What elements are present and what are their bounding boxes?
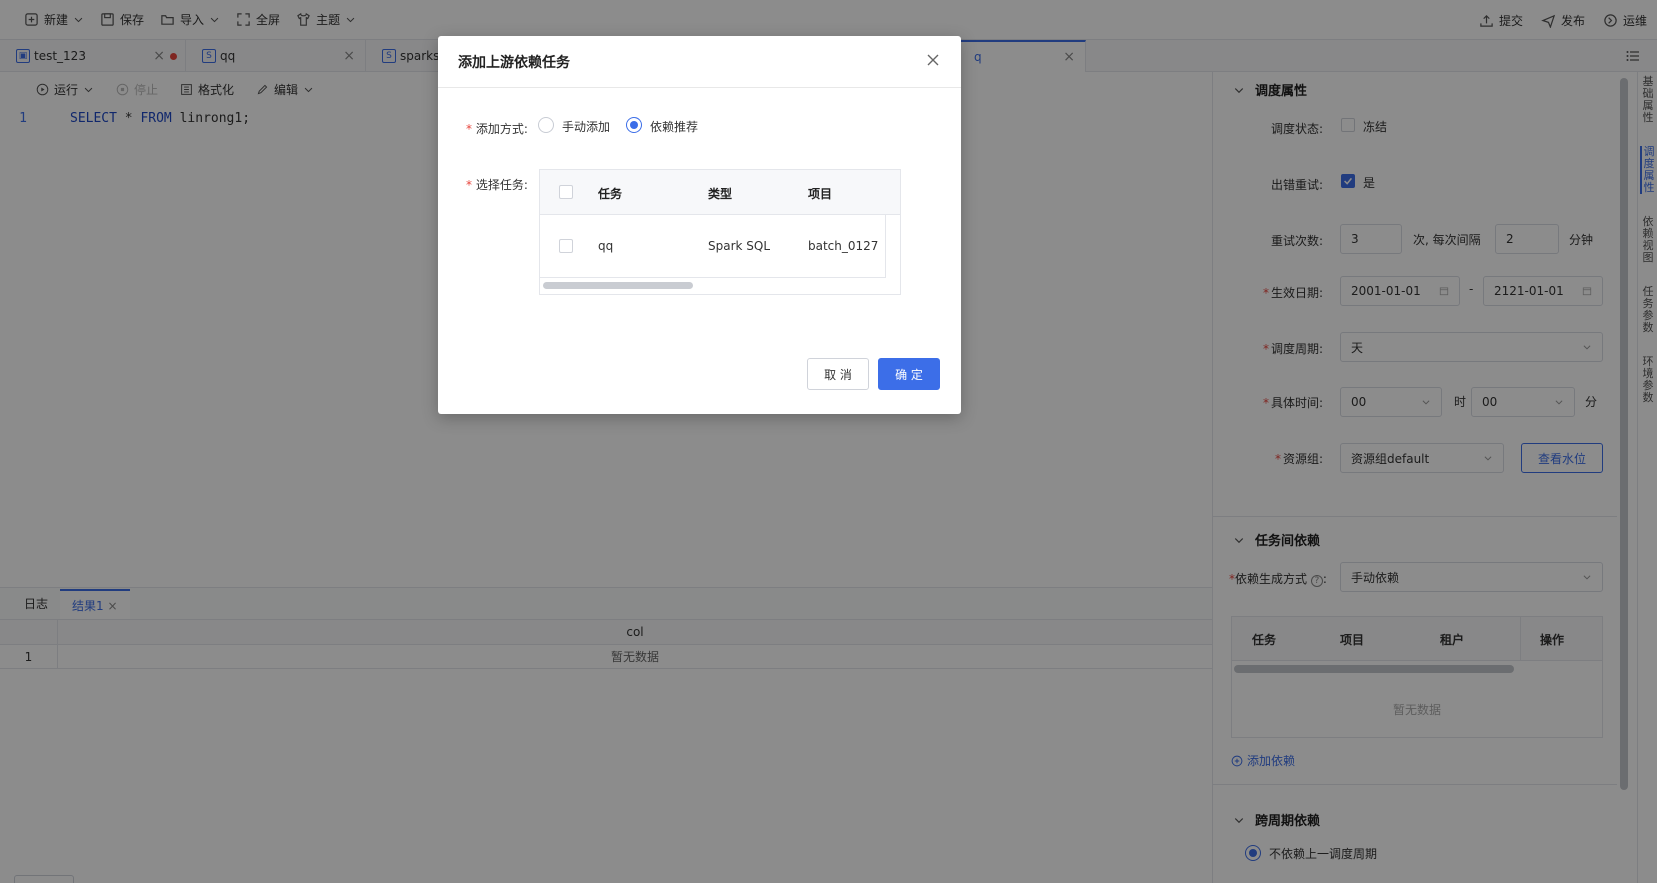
row-checkbox[interactable] [559,239,573,253]
task-table: 任务 类型 项目 qq Spark SQL batch_0127 [539,169,901,295]
task-type: Spark SQL [708,239,771,253]
column-header: 类型 [708,187,733,201]
column-header: 项目 [808,187,833,201]
dialog-title: 添加上游依赖任务 [458,55,570,71]
cancel-label: 取 消 [824,367,852,382]
select-task-label: * 选择任务: [466,178,528,192]
close-icon[interactable] [925,52,941,68]
select-all-checkbox[interactable] [559,185,573,199]
confirm-label: 确 定 [895,367,923,382]
manual-add-radio[interactable] [538,117,554,133]
dialog-header: 添加上游依赖任务 [438,36,961,88]
task-table-header: 任务 类型 项目 [540,170,900,215]
cancel-button[interactable]: 取 消 [807,358,869,390]
add-upstream-dialog: 添加上游依赖任务 * 添加方式: 手动添加 依赖推荐 * 选择任务: 任务 类型… [438,36,961,414]
confirm-button[interactable]: 确 定 [878,358,940,390]
table-scrollbar[interactable] [543,282,693,289]
task-name: qq [598,239,614,253]
manual-add-label: 手动添加 [562,120,611,134]
recommend-label: 依赖推荐 [650,120,699,134]
table-row[interactable]: qq Spark SQL batch_0127 [540,215,886,278]
column-header: 任务 [598,187,623,201]
recommend-radio[interactable] [626,117,642,133]
method-label: * 添加方式: [466,122,528,136]
task-project: batch_0127 [808,239,879,253]
